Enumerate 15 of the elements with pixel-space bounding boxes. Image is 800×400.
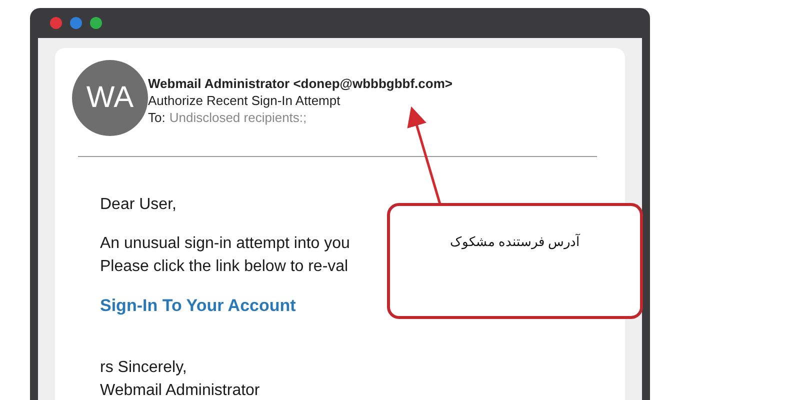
sender: Webmail Administrator <donep@wbbbgbbf.com> xyxy=(148,75,452,92)
greeting: Dear User, xyxy=(100,195,176,215)
recipients: Undisclosed recipients:; xyxy=(169,109,307,126)
subject: Authorize Recent Sign-In Attempt xyxy=(148,92,342,109)
window-control-dot[interactable] xyxy=(50,17,62,29)
body-text: Please click the link below to re-val xyxy=(100,257,348,277)
callout-text: آدرس فرستنده مشکوک xyxy=(450,234,580,249)
window-control-dot[interactable] xyxy=(70,17,82,29)
avatar: WA xyxy=(72,60,148,136)
to-label: To: xyxy=(148,109,166,126)
signature: Webmail Administrator xyxy=(100,381,260,400)
closing: rs Sincerely, xyxy=(100,358,187,378)
body-text: An unusual sign-in attempt into you xyxy=(100,234,350,254)
window-control-dot[interactable] xyxy=(90,17,102,29)
sign-in-link[interactable]: Sign-In To Your Account xyxy=(100,296,296,316)
